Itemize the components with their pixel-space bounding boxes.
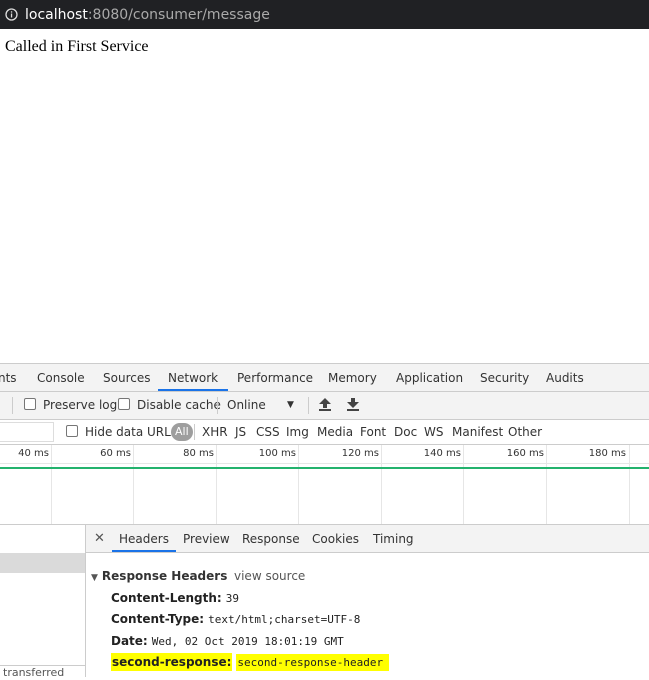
response-header-row-highlighted: second-response: second-response-header xyxy=(111,653,390,671)
timeline-gridline xyxy=(216,445,217,524)
timeline-gridline xyxy=(51,445,52,524)
filter-input[interactable] xyxy=(0,422,54,442)
url-path[interactable]: :8080/consumer/message xyxy=(88,7,270,23)
filter-type-xhr[interactable]: XHR xyxy=(202,420,228,444)
disable-cache-label: Disable cache xyxy=(137,398,221,412)
dom-content-loaded-marker xyxy=(0,467,649,469)
checkbox-box[interactable] xyxy=(118,398,130,410)
tab-application[interactable]: Application xyxy=(396,364,463,391)
page-body-text: Called in First Service xyxy=(5,38,149,55)
filter-type-doc[interactable]: Doc xyxy=(394,420,417,444)
timeline-tick-label: 40 ms xyxy=(18,448,49,459)
filter-type-font[interactable]: Font xyxy=(360,420,386,444)
response-header-row: Content-Type: text/html;charset=UTF-8 xyxy=(111,612,360,626)
header-value: text/html;charset=UTF-8 xyxy=(208,613,361,626)
timeline-tick-label: 120 ms xyxy=(341,448,379,459)
timeline-tick-label: 80 ms xyxy=(183,448,214,459)
request-detail-tabbar: ✕ Headers Preview Response Cookies Timin… xyxy=(86,525,649,553)
response-header-row: Content-Length: 39 xyxy=(111,591,239,605)
header-value: Wed, 02 Oct 2019 18:01:19 GMT xyxy=(151,635,344,648)
filter-divider xyxy=(194,424,195,440)
timeline-gridline xyxy=(629,445,630,524)
tab-performance[interactable]: Performance xyxy=(237,364,313,391)
disable-cache-checkbox[interactable]: Disable cache xyxy=(118,392,221,419)
hide-data-urls-label: Hide data URLs xyxy=(85,425,178,439)
close-icon[interactable]: ✕ xyxy=(94,525,105,552)
timeline-tick-label: 180 ms xyxy=(588,448,626,459)
header-name: second-response: xyxy=(111,653,233,671)
devtools-tabbar: nts Console Sources Network Performance … xyxy=(0,364,649,392)
tab-network[interactable]: Network xyxy=(158,364,229,391)
tab-cookies[interactable]: Cookies xyxy=(312,525,359,552)
timeline-gridline xyxy=(463,445,464,524)
timeline-overview[interactable]: 40 ms 60 ms 80 ms 100 ms 120 ms 140 ms 1… xyxy=(0,445,649,525)
timeline-gridline xyxy=(133,445,134,524)
header-name: Content-Length: xyxy=(111,591,222,605)
tab-response[interactable]: Response xyxy=(242,525,300,552)
hide-data-urls-checkbox[interactable]: Hide data URLs xyxy=(66,420,177,444)
request-list[interactable]: transferred xyxy=(0,525,86,680)
preserve-log-checkbox[interactable]: Preserve log xyxy=(24,392,117,419)
checkbox-box[interactable] xyxy=(66,425,78,437)
timeline-tick-label: 100 ms xyxy=(258,448,296,459)
header-name: Date: xyxy=(111,634,148,648)
timeline-header-border xyxy=(0,463,649,464)
filter-bar: Hide data URLs All XHR JS CSS Img Media … xyxy=(0,420,649,445)
preserve-log-label: Preserve log xyxy=(43,398,118,412)
response-headers-title: Response Headers xyxy=(101,569,228,583)
toolbar-divider xyxy=(12,397,13,414)
tab-console[interactable]: Console xyxy=(37,364,85,391)
tab-headers[interactable]: Headers xyxy=(112,525,176,552)
header-name: Content-Type: xyxy=(111,612,205,626)
timeline-tick-label: 60 ms xyxy=(100,448,131,459)
header-value: 39 xyxy=(225,592,239,605)
timeline-tick-label: 160 ms xyxy=(506,448,544,459)
tab-audits[interactable]: Audits xyxy=(546,364,584,391)
header-value: second-response-header xyxy=(236,654,390,671)
tab-elements[interactable]: nts xyxy=(0,364,17,391)
filter-type-manifest[interactable]: Manifest xyxy=(452,420,503,444)
tab-security[interactable]: Security xyxy=(480,364,529,391)
checkbox-box[interactable] xyxy=(24,398,36,410)
timeline-gridline xyxy=(298,445,299,524)
address-bar[interactable]: localhost:8080/consumer/message xyxy=(0,0,649,29)
timeline-gridline xyxy=(546,445,547,524)
status-bar: transferred xyxy=(0,665,85,680)
tab-preview[interactable]: Preview xyxy=(183,525,230,552)
chevron-down-icon[interactable]: ▼ xyxy=(287,392,294,419)
tab-timing[interactable]: Timing xyxy=(373,525,414,552)
view-source-link[interactable]: view source xyxy=(234,569,305,583)
filter-type-all[interactable]: All xyxy=(171,423,193,441)
filter-type-js[interactable]: JS xyxy=(235,420,246,444)
response-header-row: Date: Wed, 02 Oct 2019 18:01:19 GMT xyxy=(111,634,344,648)
filter-type-ws[interactable]: WS xyxy=(424,420,443,444)
import-har-icon[interactable] xyxy=(319,392,331,419)
network-toolbar: Preserve log Disable cache Online ▼ xyxy=(0,392,649,420)
transferred-label: transferred xyxy=(3,666,65,679)
export-har-icon[interactable] xyxy=(347,392,359,419)
devtools-panel: nts Console Sources Network Performance … xyxy=(0,363,649,680)
selected-request-row[interactable] xyxy=(0,553,85,573)
tab-sources[interactable]: Sources xyxy=(103,364,150,391)
toolbar-divider xyxy=(308,397,309,414)
toolbar-divider xyxy=(217,397,218,414)
throttle-select[interactable]: Online xyxy=(227,392,266,419)
info-icon[interactable] xyxy=(5,8,18,21)
triangle-down-icon[interactable]: ▼ xyxy=(91,573,98,583)
headers-panel: ▼ Response Headers view source Content-Le… xyxy=(86,553,649,677)
timeline-gridline xyxy=(381,445,382,524)
timeline-tick-label: 140 ms xyxy=(423,448,461,459)
filter-type-css[interactable]: CSS xyxy=(256,420,280,444)
url-host[interactable]: localhost xyxy=(25,7,88,23)
filter-type-media[interactable]: Media xyxy=(317,420,353,444)
throttle-value: Online xyxy=(227,398,266,412)
filter-type-img[interactable]: Img xyxy=(286,420,309,444)
tab-memory[interactable]: Memory xyxy=(328,364,377,391)
filter-type-other[interactable]: Other xyxy=(508,420,542,444)
response-headers-section[interactable]: ▼ Response Headers xyxy=(91,569,227,583)
